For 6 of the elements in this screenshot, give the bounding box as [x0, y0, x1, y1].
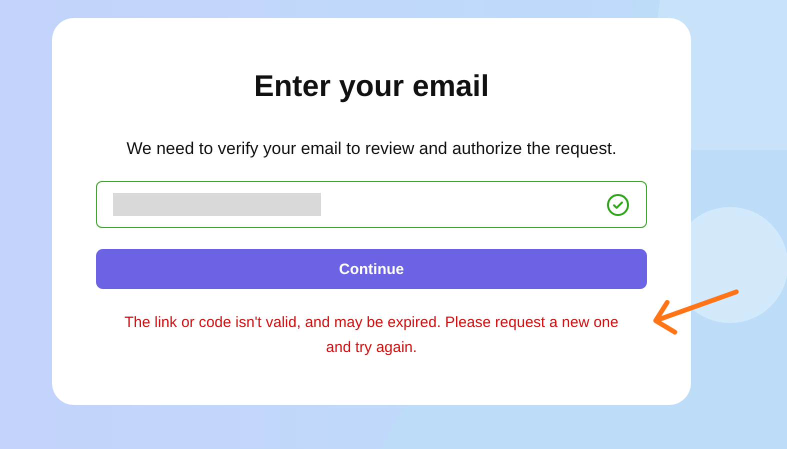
email-input-field[interactable]	[96, 181, 647, 228]
check-circle-icon	[606, 192, 630, 216]
page-title: Enter your email	[254, 69, 490, 105]
error-message: The link or code isn't valid, and may be expired. Please request a new one and try again.	[124, 313, 620, 358]
continue-button[interactable]: Continue	[96, 249, 647, 289]
instruction-text: We need to verify your email to review and authorize the request.	[126, 138, 617, 160]
